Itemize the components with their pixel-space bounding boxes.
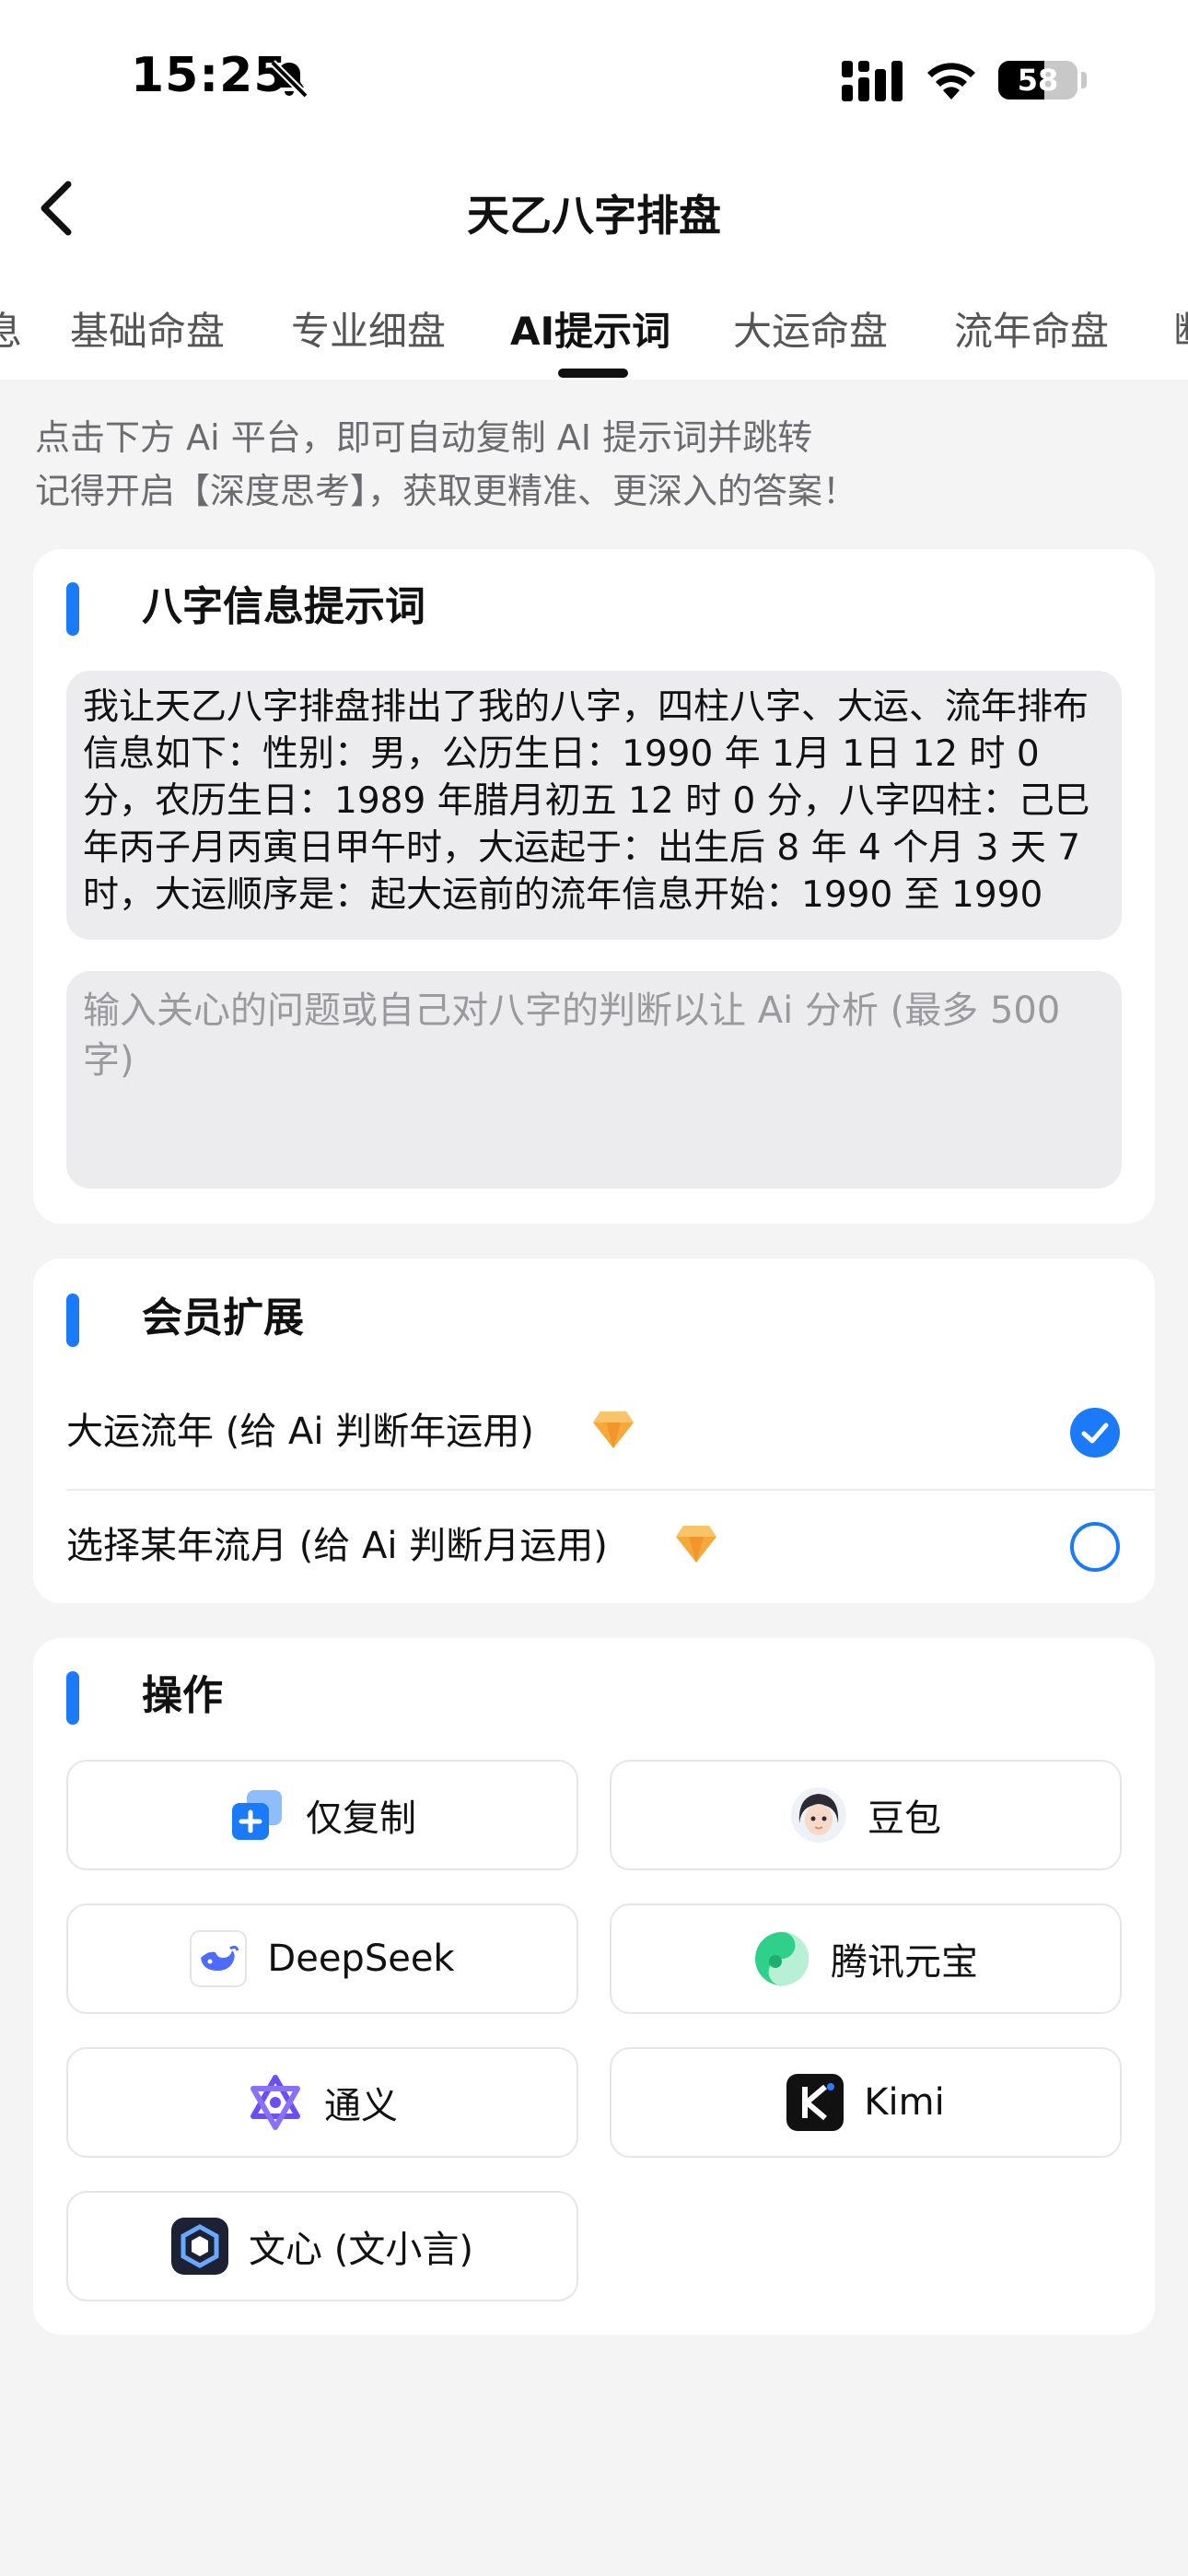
wenxin-label: 文心 (文小言) <box>249 2229 473 2271</box>
diamond-icon <box>676 1526 716 1563</box>
tab-partial-left[interactable]: 息 <box>0 300 22 356</box>
yuanbao-icon <box>755 1932 809 1985</box>
member-section-title: 会员扩展 <box>142 1294 304 1341</box>
radio-checked[interactable] <box>1070 1408 1120 1458</box>
actions-section-title: 操作 <box>142 1672 223 1719</box>
prompt-text-box[interactable]: 我让天乙八字排盘排出了我的八字，四柱八字、大运、流年排布信息如下：性别：男，公历… <box>66 671 1122 940</box>
battery-nub <box>1081 72 1087 88</box>
battery-level: 58 <box>1017 63 1059 98</box>
deepseek-label: DeepSeek <box>267 1938 455 1980</box>
yuanbao-label: 腾讯元宝 <box>831 1941 978 1984</box>
bell-slash-icon <box>270 60 309 99</box>
deepseek-button[interactable]: DeepSeek <box>66 1903 578 2014</box>
tab-ai-prompt[interactable]: AI提示词 <box>510 300 670 356</box>
actions-card: 操作 仅复制 豆包 DeepSeek 腾讯元宝 通义 Kimi 文心 (文小言) <box>33 1638 1155 2335</box>
page-title: 天乙八字排盘 <box>467 191 721 240</box>
prompt-section-title: 八字信息提示词 <box>142 583 425 630</box>
section-accent-bar <box>66 582 79 636</box>
section-accent-bar <box>66 1671 79 1725</box>
status-bar: 15:25 58 <box>0 0 1188 157</box>
kimi-label: Kimi <box>864 2081 945 2124</box>
hint-text: 点击下方 Ai 平台，即可自动复制 AI 提示词并跳转 记得开启【深度思考】，获… <box>35 411 1159 518</box>
hint-line-2: 记得开启【深度思考】，获取更精准、更深入的答案！ <box>35 471 858 511</box>
deepseek-whale-icon <box>190 1930 248 1987</box>
wenxin-icon <box>171 2218 229 2275</box>
option-label: 选择某年流月 (给 Ai 判断月运用) <box>66 1525 608 1567</box>
tab-pro-chart[interactable]: 专业细盘 <box>291 300 446 356</box>
tab-basic-chart[interactable]: 基础命盘 <box>70 300 225 356</box>
tongyi-button[interactable]: 通义 <box>66 2047 578 2158</box>
signal-icon <box>842 61 903 101</box>
checkmark-icon <box>1081 1423 1109 1444</box>
doubao-label: 豆包 <box>868 1797 941 1840</box>
copy-icon <box>232 1790 282 1840</box>
section-accent-bar <box>66 1294 79 1347</box>
kimi-button[interactable]: Kimi <box>610 2047 1122 2158</box>
doubao-avatar-icon <box>791 1787 846 1843</box>
tongyi-icon <box>250 2075 300 2130</box>
hint-line-1: 点击下方 Ai 平台，即可自动复制 AI 提示词并跳转 <box>35 417 813 458</box>
status-time: 15:25 <box>131 48 288 103</box>
doubao-button[interactable]: 豆包 <box>610 1760 1122 1870</box>
option-label: 大运流年 (给 Ai 判断年运用) <box>66 1411 534 1453</box>
diamond-icon <box>593 1411 634 1448</box>
nav-bar: 天乙八字排盘 <box>0 157 1188 260</box>
option-row-liuyue[interactable]: 选择某年流月 (给 Ai 判断月运用) <box>33 1489 1155 1603</box>
prompt-text: 我让天乙八字排盘排出了我的八字，四柱八字、大运、流年排布信息如下：性别：男，公历… <box>83 686 1090 916</box>
wenxin-button[interactable]: 文心 (文小言) <box>66 2191 578 2301</box>
copy-only-button[interactable]: 仅复制 <box>66 1760 578 1870</box>
member-card: 会员扩展 大运流年 (给 Ai 判断年运用) 选择某年流月 (给 Ai 判断月运… <box>33 1259 1155 1603</box>
kimi-icon <box>786 2074 844 2131</box>
prompt-card: 八字信息提示词 我让天乙八字排盘排出了我的八字，四柱八字、大运、流年排布信息如下… <box>33 549 1155 1224</box>
battery-icon: 58 <box>998 61 1077 100</box>
tongyi-label: 通义 <box>324 2085 398 2127</box>
wifi-icon <box>927 63 975 100</box>
active-tab-indicator <box>558 369 628 378</box>
tab-liunian-chart[interactable]: 流年命盘 <box>954 300 1109 356</box>
option-row-dayun[interactable]: 大运流年 (给 Ai 判断年运用) <box>33 1375 1155 1489</box>
tab-dayun-chart[interactable]: 大运命盘 <box>733 300 888 356</box>
app-header: 15:25 58 天乙八字排盘 息 基础命盘 专业细盘 AI提示词 大运命盘 流… <box>0 0 1188 380</box>
yuanbao-button[interactable]: 腾讯元宝 <box>610 1903 1122 2014</box>
copy-only-label: 仅复制 <box>306 1797 416 1840</box>
tab-partial-right[interactable]: 断 <box>1173 300 1188 356</box>
radio-unchecked[interactable] <box>1070 1522 1120 1572</box>
question-input[interactable] <box>66 971 1122 1188</box>
tab-bar: 息 基础命盘 专业细盘 AI提示词 大运命盘 流年命盘 断 <box>0 287 1188 380</box>
